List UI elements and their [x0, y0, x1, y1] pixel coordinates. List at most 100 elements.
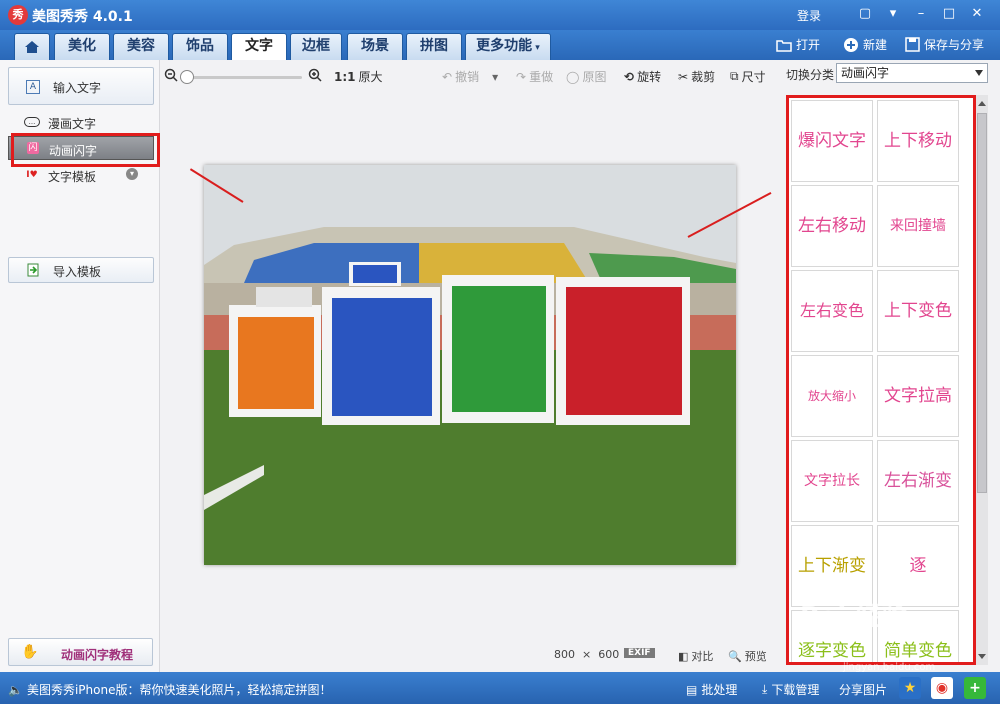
scroll-up-icon[interactable]	[978, 101, 986, 106]
undo-icon: ↶	[442, 69, 453, 84]
text-a-icon: A	[26, 80, 40, 94]
crop-label: 裁剪	[691, 70, 716, 84]
effect-item[interactable]: 放大缩小	[791, 355, 873, 437]
zoom-slider-knob[interactable]	[180, 70, 194, 84]
image-height: 600	[598, 648, 620, 661]
scroll-thumb[interactable]	[977, 113, 987, 493]
window-controls: ▢ ▾ – □ ✕	[855, 4, 987, 24]
zoom-in-icon[interactable]	[308, 68, 322, 82]
maximize-button[interactable]: □	[939, 4, 959, 24]
undo-button[interactable]: ↶ 撤销 ▾	[442, 68, 498, 85]
close-button[interactable]: ✕	[967, 4, 987, 24]
effect-label: 简单变色	[884, 641, 952, 661]
effects-scrollbar[interactable]	[976, 95, 988, 665]
effect-item[interactable]: 上下渐变	[791, 525, 873, 607]
effect-label: 上下移动	[884, 131, 952, 151]
new-button[interactable]: 新建	[843, 36, 887, 53]
home-icon	[25, 41, 39, 53]
feedback-icon[interactable]: ▢	[855, 4, 875, 24]
sidebar-item-text-template[interactable]: I♥ 文字模板 ▾	[8, 163, 154, 187]
tab-text[interactable]: 文字	[231, 33, 287, 61]
effect-item[interactable]: 左右渐变	[877, 440, 959, 522]
ratio-label: 1:1	[334, 69, 356, 84]
minimize-button[interactable]: –	[911, 4, 931, 24]
original-image-button[interactable]: ◯ 原图	[566, 68, 606, 85]
folder-open-icon	[776, 39, 792, 52]
weibo-icon[interactable]: ◉	[931, 677, 953, 699]
tab-home[interactable]	[14, 33, 50, 60]
compare-icon: ◧	[678, 649, 689, 663]
effect-item[interactable]: 逐	[877, 525, 959, 607]
hand-heart-icon: ✋	[21, 644, 39, 660]
skin-menu-icon[interactable]: ▾	[883, 4, 903, 24]
resize-icon: ⧉	[730, 69, 739, 83]
tab-collage[interactable]: 拼图	[406, 33, 462, 60]
effect-item[interactable]: 文字拉高	[877, 355, 959, 437]
tab-beautify[interactable]: 美化	[54, 33, 110, 60]
save-icon	[905, 37, 920, 52]
effect-item[interactable]: 左右变色	[791, 270, 873, 352]
plus-icon[interactable]: +	[964, 677, 986, 699]
open-button[interactable]: 打开	[776, 36, 820, 53]
sidebar-item-comic-text[interactable]: ... 漫画文字	[8, 110, 154, 134]
effect-label: 左右变色	[799, 301, 864, 320]
original-image-label: 原图	[582, 70, 607, 84]
crop-button[interactable]: ✂ 裁剪	[678, 68, 715, 85]
rotate-icon: ⟲	[624, 69, 635, 84]
expand-circle-icon[interactable]: ▾	[126, 168, 138, 180]
effect-label: 左右渐变	[884, 471, 952, 491]
speech-bubble-icon: ...	[24, 117, 40, 127]
save-share-button[interactable]: 保存与分享	[905, 36, 984, 53]
batch-icon: ▤	[686, 682, 698, 697]
original-size-button[interactable]: 1:1 原大	[334, 68, 383, 85]
resize-button[interactable]: ⧉ 尺寸	[730, 68, 766, 85]
effect-label: 来回撞墙	[890, 218, 946, 234]
switch-category-label: 切换分类	[786, 68, 835, 82]
left-panel: A 输入文字 ... 漫画文字 闪 动画闪字 I♥ 文字模板 ▾ 导入模板 ✋ …	[0, 60, 160, 672]
main-area: A 输入文字 ... 漫画文字 闪 动画闪字 I♥ 文字模板 ▾ 导入模板 ✋ …	[0, 60, 1000, 672]
login-link[interactable]: 登录	[797, 7, 821, 24]
download-icon: ⤓	[762, 682, 768, 696]
compare-button[interactable]: ◧ 对比	[678, 648, 713, 664]
image-toolbar: 1:1 原大 ↶ 撤销 ▾ ↷ 重做 ◯ 原图 ⟲ 旋转 ✂ 裁剪 ⧉ 尺寸	[160, 65, 780, 91]
scroll-down-icon[interactable]	[978, 654, 986, 659]
tab-beauty[interactable]: 美容	[113, 33, 169, 60]
redo-button[interactable]: ↷ 重做	[516, 68, 553, 85]
promo-link[interactable]: 🔈 美图秀秀iPhone版：帮你快速美化照片，轻松搞定拼图！	[8, 681, 331, 698]
download-manager-button[interactable]: ⤓ 下载管理	[762, 681, 819, 698]
zoom-out-icon[interactable]	[164, 68, 178, 82]
import-template-button[interactable]: 导入模板	[8, 257, 154, 283]
batch-button[interactable]: ▤ 批处理	[686, 681, 737, 698]
tab-frames[interactable]: 边框	[290, 33, 342, 60]
tab-scenes[interactable]: 场景	[347, 33, 403, 60]
image-dimensions: 800 × 600	[554, 648, 619, 661]
rotate-button[interactable]: ⟲ 旋转	[624, 68, 661, 85]
rotate-label: 旋转	[637, 70, 662, 84]
zoom-slider-track[interactable]	[184, 76, 302, 79]
undo-dropdown-icon[interactable]: ▾	[492, 70, 498, 84]
preview-button[interactable]: 🔍 预览	[728, 648, 767, 664]
category-dropdown[interactable]: 动画闪字	[836, 63, 988, 83]
tutorial-button[interactable]: ✋ 动画闪字教程	[8, 638, 153, 666]
effect-item[interactable]: 来回撞墙	[877, 185, 959, 267]
exif-button[interactable]: EXIF	[624, 648, 655, 658]
effect-item[interactable]: 上下移动	[877, 100, 959, 182]
undo-label: 撤销	[455, 70, 480, 84]
tab-accessories[interactable]: 饰品	[172, 33, 228, 60]
share-picture-button[interactable]: 分享图片	[839, 681, 887, 698]
template-icon: I♥	[26, 170, 38, 180]
effect-item[interactable]: 爆闪文字	[791, 100, 873, 182]
save-share-label: 保存与分享	[924, 38, 985, 52]
effect-label: 文字拉高	[884, 386, 952, 406]
input-text-button[interactable]: A 输入文字	[8, 67, 154, 105]
effect-item[interactable]: 左右移动	[791, 185, 873, 267]
scissors-icon: ✂	[678, 69, 689, 84]
batch-label: 批处理	[701, 683, 738, 697]
preview-icon: 🔍	[728, 649, 742, 663]
effect-item[interactable]: 文字拉长	[791, 440, 873, 522]
original-image-icon: ◯	[566, 69, 580, 84]
star-icon[interactable]: ★	[899, 677, 921, 699]
effect-item[interactable]: 上下变色	[877, 270, 959, 352]
tab-more-features[interactable]: 更多功能 ▾	[465, 33, 551, 60]
photo-canvas[interactable]	[204, 165, 736, 565]
